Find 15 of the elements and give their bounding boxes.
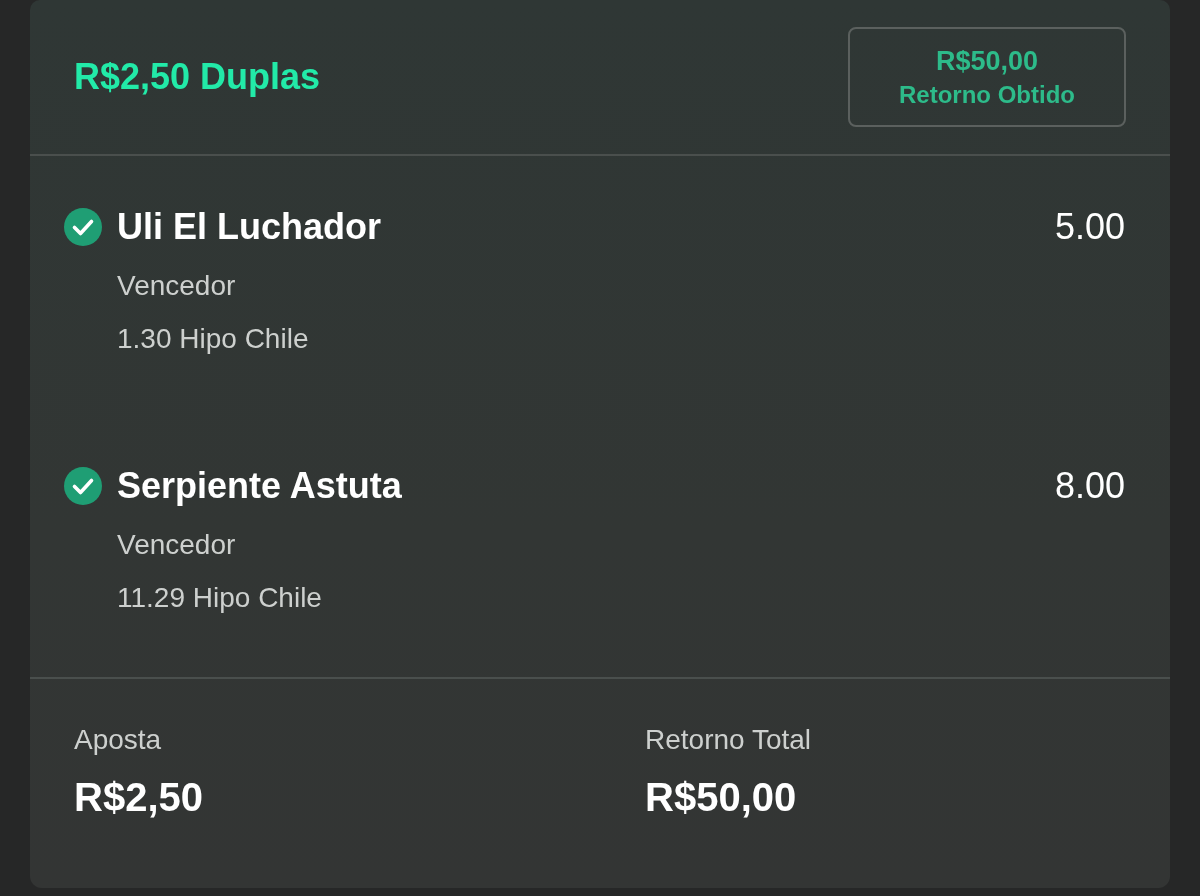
selection-name: Serpiente Astuta (117, 464, 402, 508)
summary-label: Aposta (74, 723, 162, 757)
selection-detail: 1.30 Hipo Chile (117, 322, 309, 356)
selection-detail: 11.29 Hipo Chile (117, 581, 322, 615)
selection-odds: 8.00 (1054, 464, 1125, 508)
selection-market: Vencedor (117, 269, 236, 303)
summary-label: Retorno Total (645, 723, 812, 757)
selection-name: Uli El Luchador (117, 205, 382, 249)
return-amount: R$50,00 (935, 45, 1039, 78)
summary-value: R$2,50 (74, 774, 203, 821)
return-label: Retorno Obtido (899, 80, 1075, 110)
selection-market: Vencedor (117, 528, 236, 562)
summary-value: R$50,00 (645, 774, 797, 821)
selection-odds: 5.00 (1054, 205, 1125, 249)
bet-title: R$2,50 Duplas (74, 55, 321, 99)
